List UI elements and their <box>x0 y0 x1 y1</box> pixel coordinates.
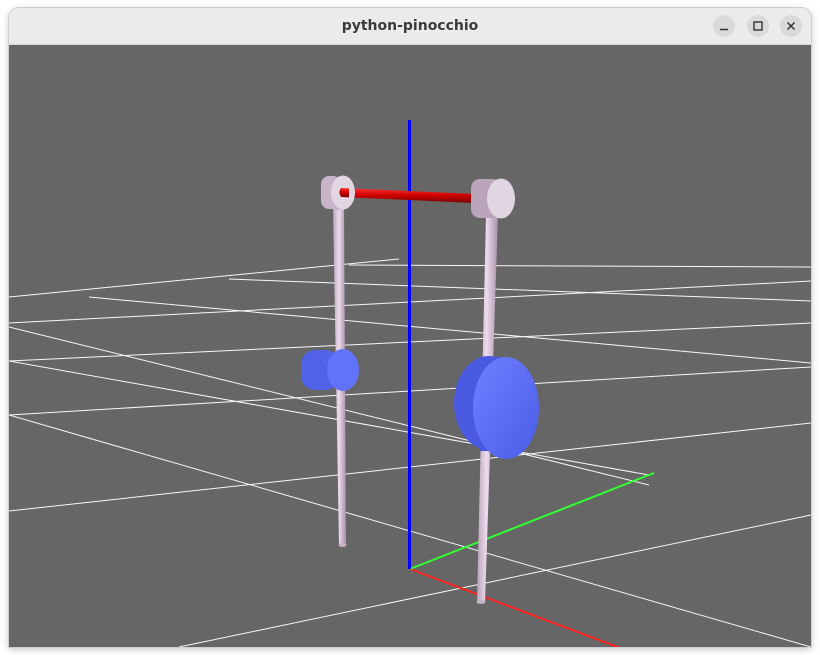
left-knee-disc[interactable] <box>301 349 359 391</box>
title-bar[interactable]: python-pinocchio <box>9 8 811 45</box>
scene-canvas[interactable] <box>9 45 811 647</box>
app-window: python-pinocchio <box>9 8 811 647</box>
minimize-button[interactable] <box>713 15 735 37</box>
maximize-icon <box>753 21 763 31</box>
maximize-button[interactable] <box>747 15 769 37</box>
left-hip-joint[interactable] <box>321 175 355 211</box>
y-axis <box>409 472 655 570</box>
right-knee-disc[interactable] <box>454 356 539 459</box>
close-button[interactable] <box>780 15 802 37</box>
right-hip-joint[interactable] <box>471 178 515 219</box>
3d-viewport[interactable] <box>9 45 811 647</box>
minimize-icon <box>720 28 728 31</box>
close-icon <box>786 21 796 31</box>
window-title: python-pinocchio <box>341 18 479 34</box>
x-axis <box>409 568 621 647</box>
top-bar[interactable] <box>339 188 476 203</box>
